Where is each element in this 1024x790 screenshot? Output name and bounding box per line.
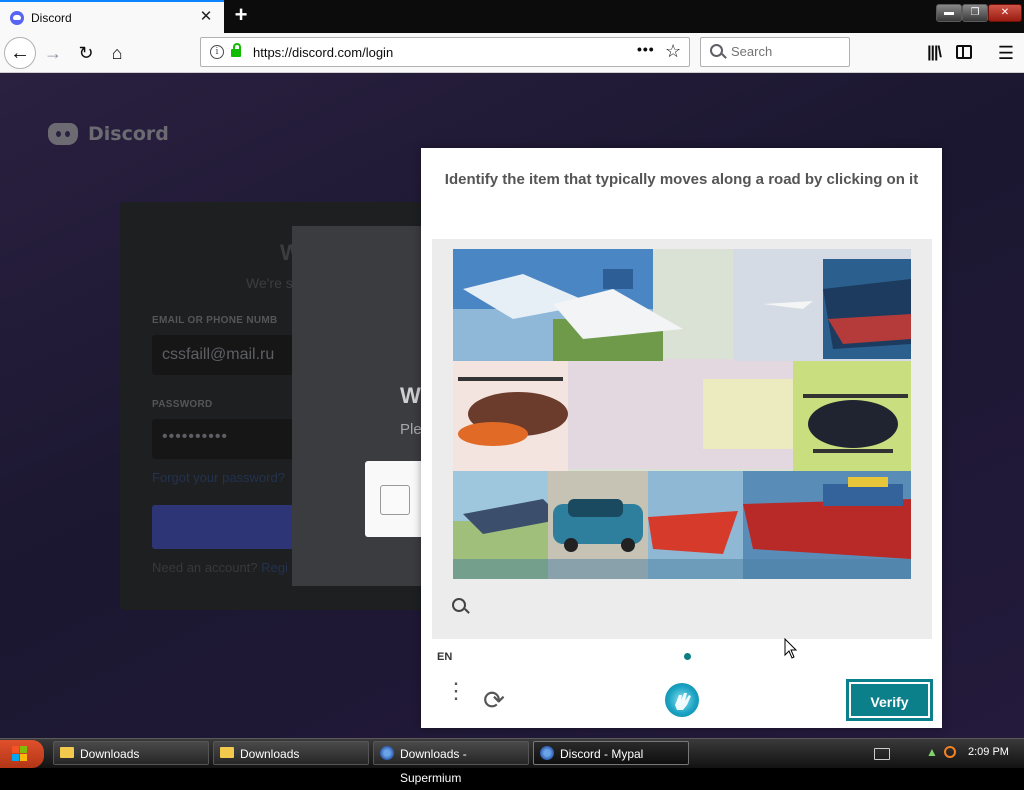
browser-icon — [540, 746, 554, 760]
language-selector[interactable]: EN — [437, 651, 452, 663]
captcha-checkbox[interactable] — [380, 485, 410, 515]
password-value: •••••••••• — [162, 428, 229, 445]
page-content: Discord W We're s EMAIL OR PHONE NUMB cs… — [0, 73, 1024, 738]
close-window-button[interactable]: ✕ — [988, 4, 1022, 22]
register-prompt: Need an account? Regi — [152, 560, 288, 575]
site-info-icon[interactable]: i — [210, 45, 224, 59]
search-icon — [710, 44, 723, 57]
taskbar-item-label: Downloads - Supermium — [400, 747, 467, 785]
maximize-button[interactable]: ❐ — [962, 4, 988, 22]
hand-icon — [675, 693, 691, 710]
taskbar-item-downloads-2[interactable]: Downloads — [213, 741, 369, 765]
discord-wordmark: Discord — [88, 123, 169, 145]
taskbar-item-downloads[interactable]: Downloads — [53, 741, 209, 765]
folder-icon — [60, 747, 74, 758]
discord-favicon-icon — [10, 11, 24, 25]
tray-search-icon[interactable] — [944, 746, 956, 758]
home-button[interactable]: ⌂ — [102, 38, 132, 68]
challenge-area — [432, 239, 932, 639]
library-button[interactable]: |||\ — [922, 38, 946, 68]
minimize-button[interactable]: ▬ — [936, 4, 962, 22]
mouse-cursor-icon — [784, 638, 798, 659]
browser-icon — [380, 746, 394, 760]
forgot-password-link[interactable]: Forgot your password? — [152, 470, 285, 485]
challenge-collage — [453, 249, 911, 579]
navigation-toolbar: ← → ↻ ⌂ i https://discord.com/login ••• … — [0, 33, 1024, 73]
page-actions-button[interactable]: ••• — [637, 41, 655, 57]
refresh-challenge-icon[interactable]: ⟳ — [479, 685, 509, 715]
clock[interactable]: 2:09 PM — [968, 746, 1009, 758]
taskbar-item-label: Downloads — [80, 747, 140, 761]
search-input[interactable]: Search — [731, 44, 772, 59]
hcaptcha-logo-icon — [665, 683, 699, 717]
search-bar[interactable]: Search — [700, 37, 850, 67]
captcha-overlay: W Ple — [292, 226, 445, 586]
forward-button[interactable]: → — [38, 38, 68, 68]
address-bar[interactable]: i https://discord.com/login ••• ☆ — [200, 37, 690, 67]
tab-close-button[interactable]: ✕ — [196, 7, 216, 27]
challenge-page-indicator — [684, 653, 691, 660]
more-options-icon[interactable]: ⋮ — [445, 680, 467, 716]
tab-strip: Discord ✕ + ▬ ❐ ✕ — [0, 0, 1024, 33]
reload-button[interactable]: ↻ — [71, 38, 101, 68]
overlay-text: Ple — [400, 421, 422, 438]
overlay-heading: W — [400, 383, 421, 408]
email-value: cssfaill@mail.ru — [162, 346, 275, 363]
back-button[interactable]: ← — [4, 37, 36, 69]
tab-discord[interactable]: Discord ✕ — [0, 0, 224, 33]
taskbar-item-label: Discord - Mypal — [560, 747, 644, 761]
taskbar-item-label: Downloads — [240, 747, 300, 761]
url-text[interactable]: https://discord.com/login — [253, 45, 393, 60]
network-icon[interactable]: ▲ — [926, 746, 938, 759]
windows-flag-icon — [12, 746, 28, 762]
register-link[interactable]: Regi — [261, 560, 288, 575]
bookmark-star-icon[interactable]: ☆ — [665, 41, 681, 62]
captcha-challenge: Identify the item that typically moves a… — [421, 148, 942, 728]
taskbar: Downloads Downloads Downloads - Supermiu… — [0, 738, 1024, 785]
sidebar-toggle-icon[interactable] — [956, 45, 972, 59]
password-label: PASSWORD — [152, 399, 213, 410]
zoom-icon[interactable] — [452, 598, 466, 612]
start-button[interactable] — [0, 740, 44, 768]
verify-button[interactable]: Verify — [846, 679, 933, 721]
keyboard-icon[interactable] — [874, 748, 890, 760]
tab-title: Discord — [31, 11, 72, 25]
discord-logo-icon — [48, 123, 78, 145]
taskbar-item-supermium[interactable]: Downloads - Supermium — [373, 741, 529, 785]
taskbar-item-mypal[interactable]: Discord - Mypal — [533, 741, 689, 765]
challenge-image[interactable] — [453, 249, 911, 579]
folder-icon — [220, 747, 234, 758]
email-label: EMAIL OR PHONE NUMB — [152, 315, 278, 326]
register-prefix: Need an account? — [152, 560, 262, 575]
lock-icon — [231, 43, 241, 57]
menu-button[interactable]: ☰ — [996, 38, 1016, 68]
login-subtitle: We're s — [246, 275, 293, 291]
challenge-prompt: Identify the item that typically moves a… — [444, 171, 919, 188]
new-tab-button[interactable]: + — [230, 4, 252, 28]
